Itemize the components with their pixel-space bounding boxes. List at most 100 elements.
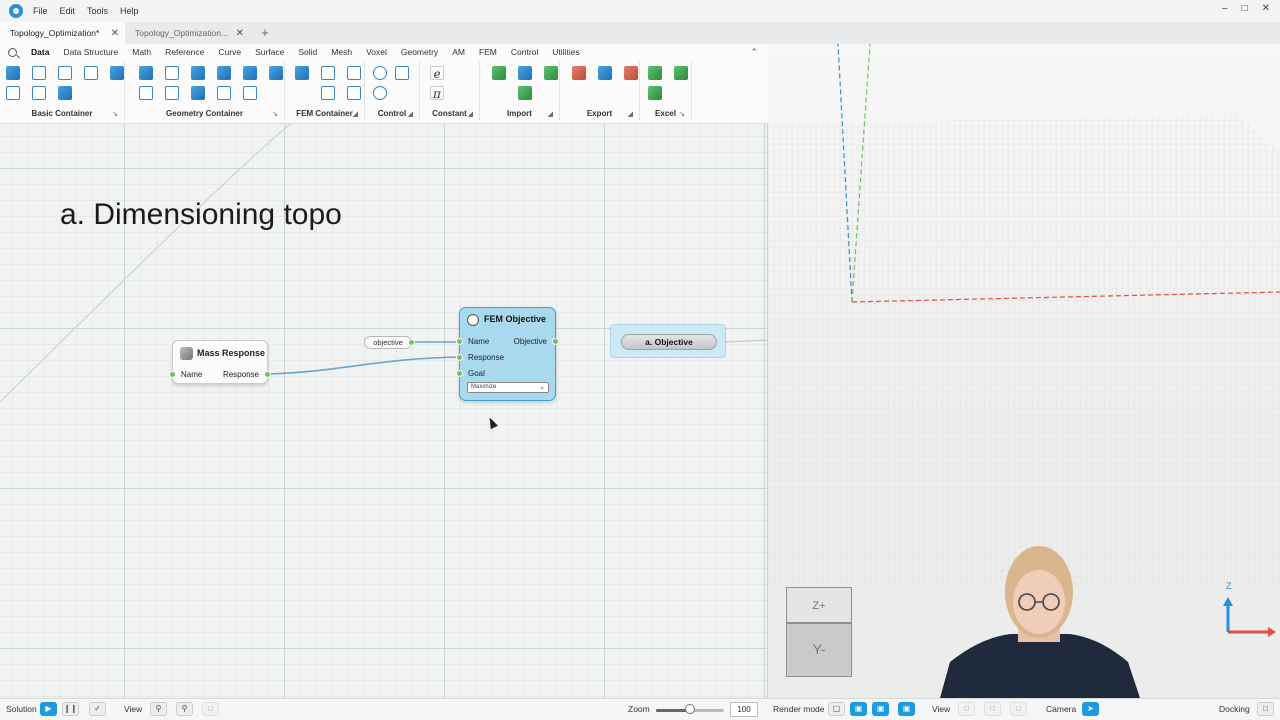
goal-select[interactable]: Maximize ⌄ bbox=[467, 382, 549, 393]
zoom-extents-icon[interactable]: ⚲ bbox=[150, 702, 167, 716]
fem-result-container-icon[interactable] bbox=[347, 86, 361, 100]
point-container-icon[interactable] bbox=[6, 86, 20, 100]
voxel-container-icon[interactable] bbox=[269, 66, 283, 80]
ribbon-tab-math[interactable]: Math bbox=[132, 47, 151, 57]
ribbon-tab-am[interactable]: AM bbox=[452, 47, 465, 57]
close-tab-icon[interactable]: ✕ bbox=[111, 28, 119, 39]
validate-solution-button[interactable]: ✓ bbox=[89, 702, 106, 716]
fem-support-container-icon[interactable] bbox=[347, 66, 361, 80]
close-window-icon[interactable]: ✕ bbox=[1262, 3, 1270, 14]
docking-icon[interactable]: □ bbox=[1257, 702, 1274, 716]
info-control-icon[interactable] bbox=[395, 66, 409, 80]
polyline-container-icon[interactable] bbox=[165, 86, 179, 100]
import-image-icon[interactable] bbox=[518, 86, 532, 100]
surface-container-icon[interactable] bbox=[191, 66, 205, 80]
ribbon-tab-control[interactable]: Control bbox=[511, 47, 538, 57]
3d-viewport[interactable]: Z Z+ Y- bbox=[768, 44, 1280, 698]
fem-model-container-icon[interactable] bbox=[295, 66, 309, 80]
expand-group-icon[interactable]: ↘ bbox=[679, 110, 685, 118]
output-port-text[interactable] bbox=[408, 339, 415, 346]
view-cube[interactable]: Z+ Y- bbox=[786, 587, 854, 677]
output-port-objective[interactable] bbox=[552, 338, 559, 345]
view-option-3-icon[interactable]: □ bbox=[1010, 702, 1027, 716]
ribbon-tab-fem[interactable]: FEM bbox=[479, 47, 497, 57]
frame-view-icon[interactable]: □ bbox=[202, 702, 219, 716]
expand-group-icon[interactable]: ↘ bbox=[112, 110, 118, 118]
euler-constant-icon[interactable]: e bbox=[430, 66, 444, 81]
excel-write-icon[interactable] bbox=[674, 66, 688, 80]
menu-file[interactable]: File bbox=[33, 6, 48, 16]
input-port-name[interactable] bbox=[169, 371, 176, 378]
view-cube-top[interactable]: Z+ bbox=[786, 587, 852, 623]
camera-mode-icon[interactable]: ➤ bbox=[1082, 702, 1099, 716]
zoom-selected-icon[interactable]: ⚲ bbox=[176, 702, 193, 716]
expand-group-icon[interactable]: ◢ bbox=[548, 110, 553, 118]
import-mesh-icon[interactable] bbox=[544, 66, 558, 80]
ribbon-tab-reference[interactable]: Reference bbox=[165, 47, 204, 57]
image-container-icon[interactable] bbox=[84, 66, 98, 80]
pi-constant-icon[interactable]: π bbox=[430, 86, 444, 101]
ribbon-tab-curve[interactable]: Curve bbox=[218, 47, 241, 57]
menu-edit[interactable]: Edit bbox=[60, 6, 76, 16]
solid-container-icon[interactable] bbox=[217, 66, 231, 80]
excel-read-icon[interactable] bbox=[648, 66, 662, 80]
collapse-ribbon-icon[interactable]: ⌃ bbox=[750, 47, 758, 58]
fem-objective-node[interactable]: FEM Objective Name Objective Response Go… bbox=[456, 307, 559, 401]
shaded-mode-icon[interactable]: ▣ bbox=[850, 702, 867, 716]
export-geometry-icon[interactable] bbox=[598, 66, 612, 80]
slider-control-icon[interactable] bbox=[373, 86, 387, 100]
ribbon-tab-data-structure[interactable]: Data Structure bbox=[63, 47, 118, 57]
menu-help[interactable]: Help bbox=[120, 6, 139, 16]
import-file-icon[interactable] bbox=[492, 66, 506, 80]
ribbon-tab-solid[interactable]: Solid bbox=[298, 47, 317, 57]
search-icon[interactable] bbox=[8, 47, 17, 57]
number-container-icon[interactable] bbox=[32, 66, 46, 80]
expand-group-icon[interactable]: ◢ bbox=[353, 110, 358, 118]
input-port-name[interactable] bbox=[456, 338, 463, 345]
vector-container-icon[interactable] bbox=[32, 86, 46, 100]
list-container-icon[interactable] bbox=[110, 66, 124, 80]
transparent-mode-icon[interactable]: ▣ bbox=[898, 702, 915, 716]
output-port-response[interactable] bbox=[264, 371, 271, 378]
plane-container-icon[interactable] bbox=[139, 66, 153, 80]
fem-material-container-icon[interactable] bbox=[321, 86, 335, 100]
ribbon-tab-surface[interactable]: Surface bbox=[255, 47, 284, 57]
expand-group-icon[interactable]: ↘ bbox=[272, 110, 278, 118]
toggle-control-icon[interactable] bbox=[373, 66, 387, 80]
table-container-icon[interactable] bbox=[58, 86, 72, 100]
expand-group-icon[interactable]: ◢ bbox=[468, 110, 473, 118]
point-cloud-container-icon[interactable] bbox=[139, 86, 153, 100]
fem-load-container-icon[interactable] bbox=[321, 66, 335, 80]
mass-response-node[interactable]: Mass Response Name Response bbox=[169, 340, 271, 384]
import-geometry-icon[interactable] bbox=[518, 66, 532, 80]
tab-document-1[interactable]: Topology_Optimization* ✕ bbox=[0, 22, 125, 44]
ribbon-tab-mesh[interactable]: Mesh bbox=[331, 47, 352, 57]
a-objective-pill[interactable]: a. Objective bbox=[621, 334, 717, 350]
ribbon-tab-data[interactable]: Data bbox=[31, 47, 49, 57]
mesh-container-icon[interactable] bbox=[243, 66, 257, 80]
curve-container-icon[interactable] bbox=[165, 66, 179, 80]
tab-document-2[interactable]: Topology_Optimization... ✕ bbox=[125, 22, 250, 44]
shaded-edges-mode-icon[interactable]: ▣ bbox=[872, 702, 889, 716]
ribbon-tab-geometry[interactable]: Geometry bbox=[401, 47, 438, 57]
view-option-2-icon[interactable]: □ bbox=[984, 702, 1001, 716]
close-tab-icon[interactable]: ✕ bbox=[236, 28, 244, 39]
play-solution-button[interactable]: ▶ bbox=[40, 702, 57, 716]
view-cube-front[interactable]: Y- bbox=[786, 623, 852, 677]
export-file-icon[interactable] bbox=[572, 66, 586, 80]
objective-text-node[interactable]: objective bbox=[364, 336, 415, 349]
menu-tools[interactable]: Tools bbox=[87, 6, 108, 16]
export-mesh-icon[interactable] bbox=[624, 66, 638, 80]
field-container-icon[interactable] bbox=[243, 86, 257, 100]
lattice-container-icon[interactable] bbox=[217, 86, 231, 100]
input-port-response[interactable] bbox=[456, 354, 463, 361]
ribbon-tab-voxel[interactable]: Voxel bbox=[366, 47, 387, 57]
zoom-value-field[interactable]: 100 bbox=[730, 702, 758, 717]
add-tab-icon[interactable]: + bbox=[250, 22, 280, 44]
excel-table-icon[interactable] bbox=[648, 86, 662, 100]
maximize-icon[interactable]: □ bbox=[1242, 3, 1248, 14]
expand-group-icon[interactable]: ◢ bbox=[628, 110, 633, 118]
view-option-1-icon[interactable]: □ bbox=[958, 702, 975, 716]
slider-container-icon[interactable] bbox=[58, 66, 72, 80]
wire-response[interactable] bbox=[266, 356, 462, 375]
